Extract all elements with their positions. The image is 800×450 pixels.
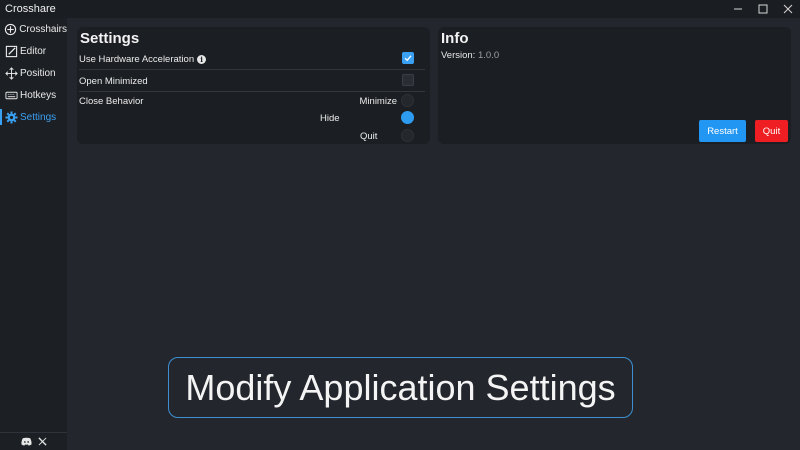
radio-hide[interactable] [401, 111, 414, 124]
caption-banner: Modify Application Settings [168, 357, 633, 418]
hardware-acceleration-label: Use Hardware Acceleration [79, 53, 195, 65]
sidebar-item-label: Crosshairs [19, 23, 67, 35]
version-label: Version: [441, 50, 476, 61]
open-minimized-checkbox[interactable] [402, 74, 414, 86]
version-text: Version: 1.0.0 [441, 50, 499, 61]
minimize-icon[interactable] [725, 0, 750, 18]
window-controls [725, 0, 800, 18]
radio-quit[interactable] [401, 129, 414, 142]
restart-button[interactable]: Restart [699, 120, 746, 142]
title-bar: Crosshare [0, 0, 800, 18]
maximize-icon[interactable] [750, 0, 775, 18]
radio-label-quit: Quit [360, 131, 378, 142]
app-window: Crosshare Crosshairs Editor Position Hot… [0, 0, 800, 450]
sidebar-item-settings[interactable]: Settings [0, 107, 67, 127]
discord-icon[interactable] [20, 433, 32, 450]
sidebar: Crosshairs Editor Position Hotkeys Setti… [0, 18, 67, 450]
settings-title: Settings [80, 30, 140, 47]
move-icon [4, 66, 18, 80]
settings-panel: Settings Use Hardware Acceleration i Ope… [77, 27, 430, 144]
info-panel: Info Version: 1.0.0 Restart Quit [438, 27, 791, 144]
radio-label-minimize: Minimize [359, 96, 397, 107]
quit-button[interactable]: Quit [755, 120, 788, 142]
info-title: Info [441, 30, 469, 47]
sidebar-item-position[interactable]: Position [0, 63, 67, 83]
crosshair-icon [4, 22, 17, 36]
sidebar-footer [0, 432, 67, 450]
window-title: Crosshare [5, 3, 56, 15]
checkmark-icon [404, 55, 412, 62]
divider [79, 91, 425, 92]
close-behavior-label: Close Behavior [79, 95, 144, 107]
sidebar-item-label: Position [20, 67, 56, 79]
hardware-acceleration-row: Use Hardware Acceleration i [79, 52, 425, 66]
divider [79, 69, 425, 70]
sidebar-item-hotkeys[interactable]: Hotkeys [0, 85, 67, 105]
open-minimized-row: Open Minimized [79, 74, 425, 88]
open-minimized-label: Open Minimized [79, 75, 148, 87]
edit-icon [4, 44, 18, 58]
x-icon[interactable] [37, 433, 47, 450]
sidebar-item-label: Editor [20, 45, 47, 57]
sidebar-item-label: Settings [20, 111, 57, 123]
radio-minimize[interactable] [401, 94, 414, 107]
hardware-acceleration-checkbox[interactable] [402, 52, 414, 64]
version-value: 1.0.0 [477, 50, 500, 61]
keyboard-icon [4, 88, 18, 102]
gear-icon [4, 110, 18, 124]
sidebar-item-label: Hotkeys [20, 89, 57, 101]
sidebar-item-crosshairs[interactable]: Crosshairs [0, 19, 67, 39]
sidebar-item-editor[interactable]: Editor [0, 41, 67, 61]
info-icon[interactable]: i [197, 54, 207, 64]
close-icon[interactable] [775, 0, 800, 18]
radio-label-hide: Hide [320, 113, 340, 124]
